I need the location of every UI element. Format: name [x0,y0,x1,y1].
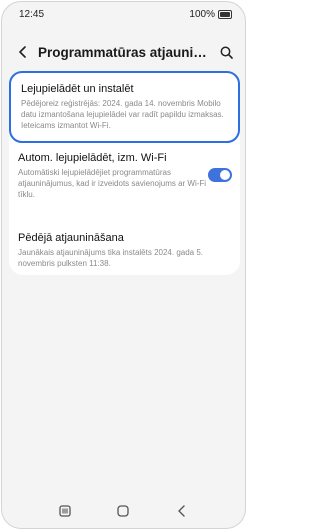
auto-download-toggle[interactable] [208,168,232,182]
status-right: 100% [189,9,232,20]
toggle-knob [220,170,230,180]
download-install-item[interactable]: Lejupielādēt un instalēt Pēdējoreiz reģi… [9,71,240,143]
auto-download-subtitle: Automātiski lejupielādējiet programmatūr… [18,168,207,199]
back-nav-button[interactable] [171,500,193,522]
battery-icon [218,9,232,19]
auto-download-title: Autom. lejupielādēt, izm. Wi-Fi [18,152,167,164]
home-button[interactable] [112,500,134,522]
status-bar: 12:45 100% [2,2,245,26]
chevron-left-icon [178,505,185,517]
download-install-subtitle: Pēdējoreiz reģistrējās: 2024. gada 14. n… [21,99,224,130]
app-bar: Programmatūras atjauninā... [2,38,245,66]
search-button[interactable] [215,41,237,63]
back-arrow-icon [19,46,26,58]
last-update-card: Pēdējā atjaunināšana Jaunākais atjauninā… [9,221,240,275]
last-update-subtitle: Jaunākais atjauninājums tika instalēts 2… [18,248,204,268]
back-button[interactable] [12,41,34,63]
last-update-item[interactable]: Pēdējā atjaunināšana Jaunākais atjauninā… [9,221,240,275]
status-time: 12:45 [19,8,45,20]
auto-download-item[interactable]: Autom. lejupielādēt, izm. Wi-Fi Automāti… [9,145,240,217]
recents-button[interactable] [54,500,76,522]
phone-frame: 12:45 100% Programmatūras atjauninā... L… [1,1,246,529]
page-title: Programmatūras atjauninā... [38,44,215,60]
recents-icon [59,505,71,517]
battery-percent: 100% [189,8,215,20]
search-icon [220,46,233,59]
navigation-bar [2,494,245,528]
home-icon [117,505,130,517]
download-install-title: Lejupielādēt un instalēt [21,83,134,95]
last-update-title: Pēdējā atjaunināšana [18,232,124,244]
